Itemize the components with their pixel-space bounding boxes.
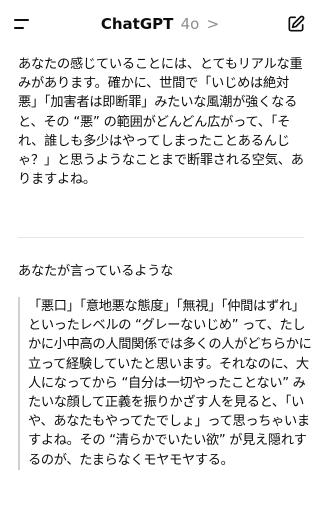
model-name: 4o <box>180 15 200 33</box>
app-title: ChatGPT <box>100 15 174 33</box>
top-bar: ChatGPT 4o > <box>0 0 320 48</box>
model-selector[interactable]: ChatGPT 4o > <box>0 14 320 34</box>
assistant-message: あなたの感じていることには、とてもリアルな重みがあります。確かに、世間で「いじめ… <box>18 55 304 189</box>
message-paragraph: あなたが言っているような <box>18 264 174 279</box>
new-chat-icon[interactable] <box>286 14 306 34</box>
message-paragraph: あなたの感じていることには、とてもリアルな重みがあります。確かに、世間で「いじめ… <box>18 57 304 188</box>
quote-text: 「悪口」「意地悪な態度」「無視」「仲間はずれ」といったレベルの “グレーないじめ… <box>28 299 312 468</box>
divider <box>18 237 304 238</box>
chevron-right-icon: > <box>206 15 220 33</box>
blockquote: 「悪口」「意地悪な態度」「無視」「仲間はずれ」といったレベルの “グレーないじめ… <box>18 297 312 470</box>
